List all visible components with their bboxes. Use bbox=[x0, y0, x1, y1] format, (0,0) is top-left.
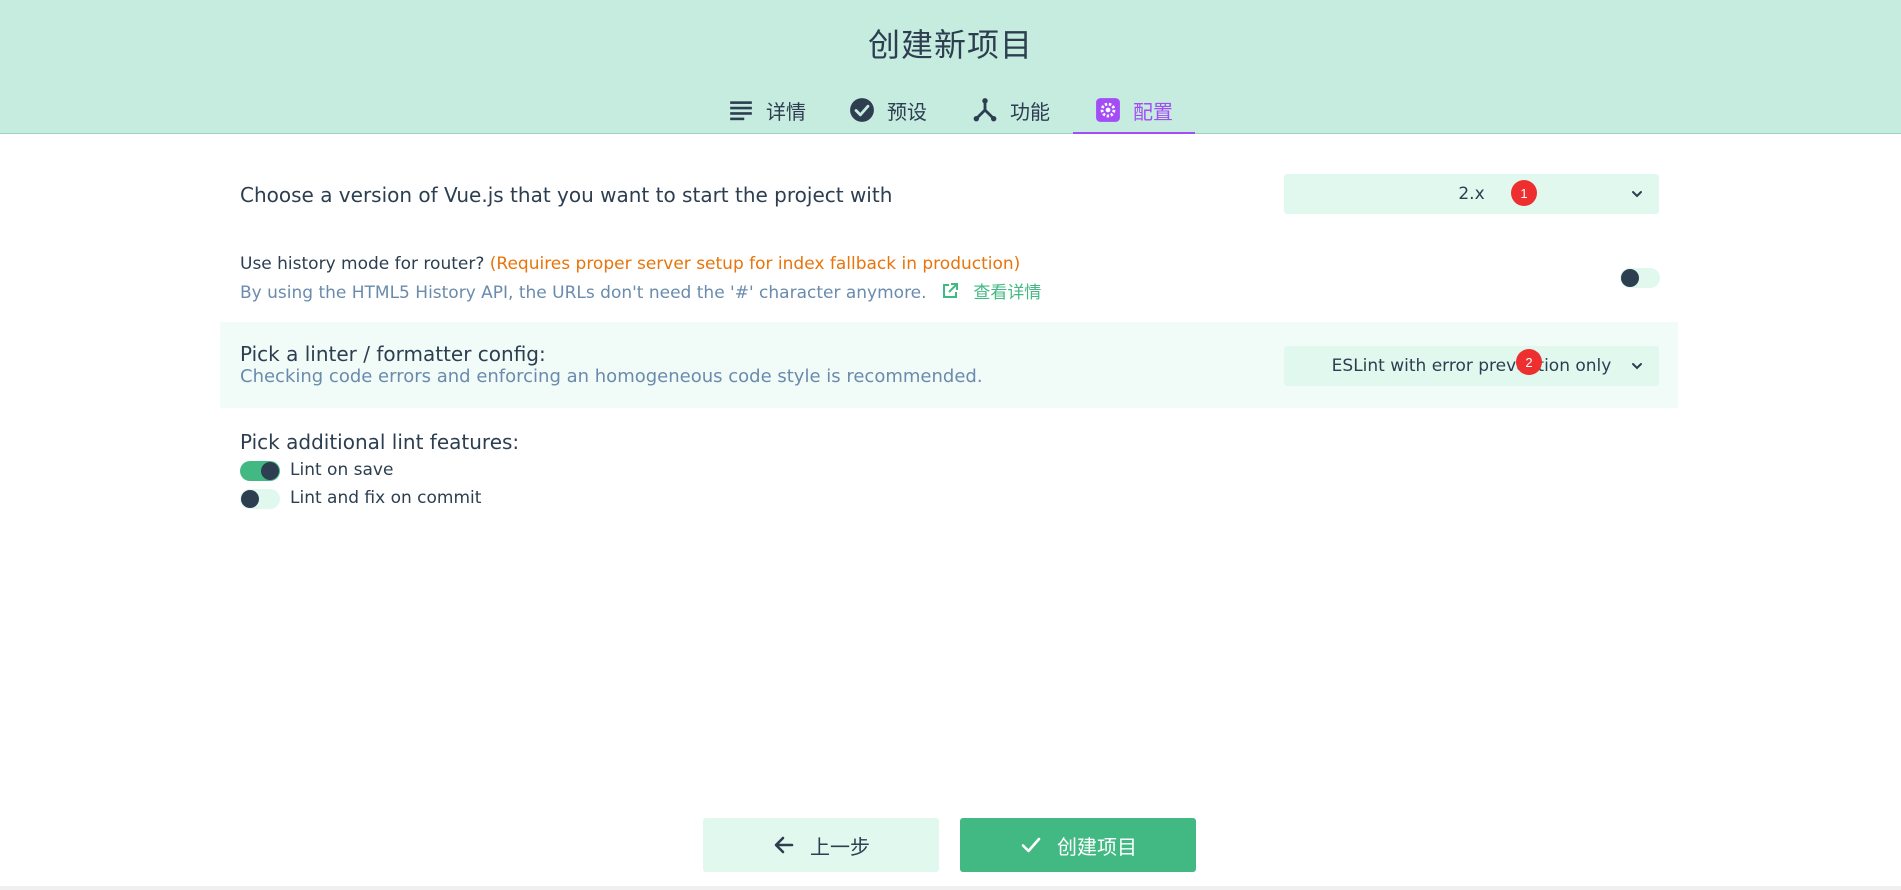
tab-features[interactable]: 功能 bbox=[972, 86, 1050, 134]
annotation-badge-2: 2 bbox=[1516, 349, 1542, 375]
vue-version-select[interactable]: 2.x bbox=[1284, 174, 1659, 214]
fork-icon bbox=[973, 98, 997, 122]
arrow-left-icon bbox=[774, 836, 794, 854]
check-circle-icon bbox=[850, 98, 874, 122]
tab-features-label: 功能 bbox=[1010, 99, 1050, 124]
vue-version-label: Choose a version of Vue.js that you want… bbox=[240, 183, 893, 207]
vue-version-row: Choose a version of Vue.js that you want… bbox=[220, 168, 1678, 220]
more-info-link[interactable]: 查看详情 bbox=[973, 283, 1041, 303]
history-mode-heading: Use history mode for router? (Requires p… bbox=[240, 254, 1020, 274]
linter-value: ESLint with error prevention only bbox=[1331, 356, 1612, 376]
tab-presets[interactable]: 预设 bbox=[849, 86, 927, 134]
history-mode-description-line: By using the HTML5 History API, the URLs… bbox=[240, 278, 1041, 303]
bottom-divider bbox=[0, 886, 1901, 890]
create-project-label: 创建项目 bbox=[1057, 834, 1137, 859]
toggle-knob bbox=[261, 462, 279, 480]
gear-icon bbox=[1096, 98, 1120, 122]
tab-bar: 详情 预设 功能 配置 bbox=[0, 86, 1901, 134]
tab-details[interactable]: 详情 bbox=[728, 86, 806, 134]
lint-and-fix-on-commit-label: Lint and fix on commit bbox=[290, 488, 482, 508]
previous-step-label: 上一步 bbox=[810, 834, 870, 859]
tab-configuration[interactable]: 配置 bbox=[1073, 86, 1195, 134]
history-mode-label: Use history mode for router? bbox=[240, 254, 485, 274]
previous-step-button[interactable]: 上一步 bbox=[703, 818, 939, 872]
chevron-down-icon bbox=[1632, 191, 1642, 198]
tab-configuration-label: 配置 bbox=[1133, 99, 1173, 124]
list-icon bbox=[730, 101, 752, 121]
tab-details-label: 详情 bbox=[766, 99, 806, 124]
linter-select[interactable]: ESLint with error prevention only bbox=[1284, 346, 1659, 386]
history-mode-toggle[interactable] bbox=[1620, 268, 1660, 288]
lint-and-fix-on-commit-toggle[interactable] bbox=[240, 489, 280, 509]
vue-version-value: 2.x bbox=[1458, 184, 1485, 204]
check-icon bbox=[1021, 837, 1041, 853]
history-mode-description: By using the HTML5 History API, the URLs… bbox=[240, 283, 927, 303]
history-mode-row: Use history mode for router? (Requires p… bbox=[220, 250, 1678, 310]
linter-description: Checking code errors and enforcing an ho… bbox=[240, 366, 983, 387]
tab-presets-label: 预设 bbox=[887, 99, 927, 124]
chevron-down-icon bbox=[1632, 363, 1642, 370]
toggle-knob bbox=[241, 490, 259, 508]
linter-row: Pick a linter / formatter config: Checki… bbox=[220, 322, 1678, 408]
page-title: 创建新项目 bbox=[867, 26, 1033, 64]
linter-label: Pick a linter / formatter config: bbox=[240, 342, 546, 366]
lint-on-save-label: Lint on save bbox=[290, 460, 394, 480]
lint-features-label: Pick additional lint features: bbox=[240, 430, 520, 454]
lint-features-row: Pick additional lint features: Lint on s… bbox=[220, 424, 1678, 514]
lint-on-save-toggle[interactable] bbox=[240, 461, 280, 481]
external-link-icon bbox=[942, 283, 958, 298]
create-project-button[interactable]: 创建项目 bbox=[960, 818, 1196, 872]
history-mode-warning: (Requires proper server setup for index … bbox=[489, 254, 1021, 274]
toggle-knob bbox=[1621, 269, 1639, 287]
annotation-badge-1: 1 bbox=[1511, 180, 1537, 206]
header: 创建新项目 详情 预设 功能 配置 bbox=[0, 0, 1901, 134]
